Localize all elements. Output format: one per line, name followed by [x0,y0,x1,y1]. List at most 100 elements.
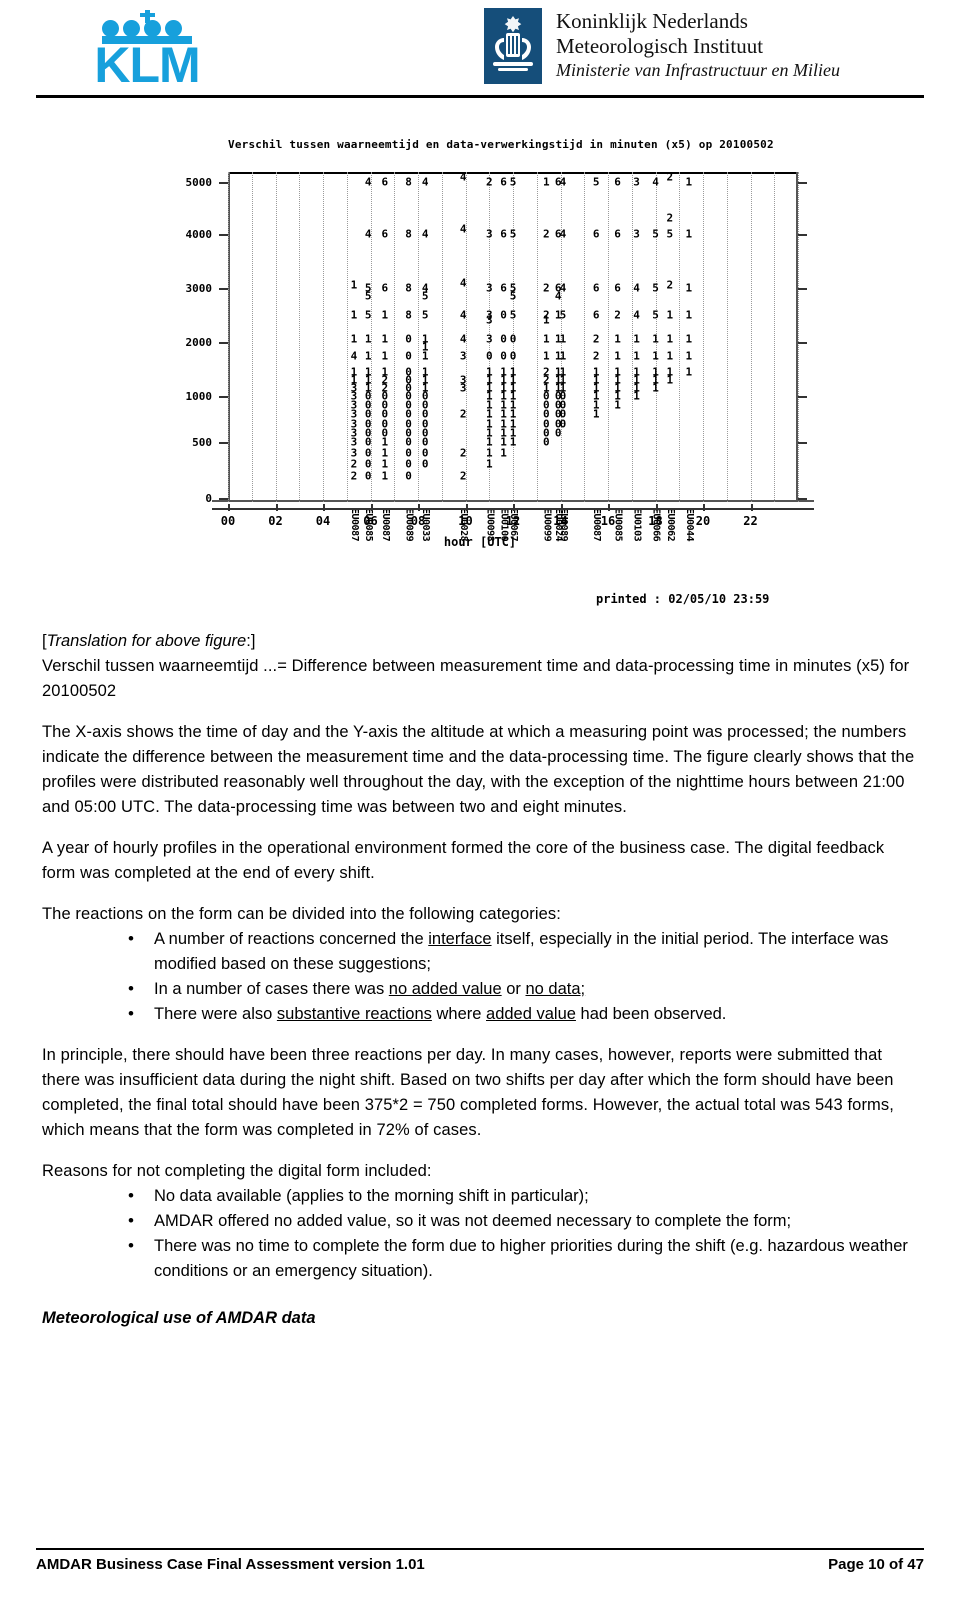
bullet-emphasis-term: interface [428,930,492,948]
data-point-digit: 8 [405,227,412,241]
x-axis-tick [750,504,753,511]
bullet-emphasis-term: no data; [525,980,586,998]
klm-wordmark: KLM [94,37,200,93]
data-point-digit: 0 [364,435,372,449]
x-axis-tick-label: 22 [743,514,758,528]
data-point-digit: 0 [364,457,372,471]
amdar-profile-figure: Verschil tussen waarneemtijd en data-ver… [0,120,960,610]
bullet-emphasis-term: no added value [388,980,502,998]
data-point-digit: 1 [592,407,600,421]
data-point-digit: 2 [459,446,467,460]
y-axis-tick-label: 500 [192,436,212,449]
bullet-text: where [431,1005,487,1023]
grid-line-vertical [726,172,728,502]
x-axis-tick-label: 14 [553,514,568,528]
data-point-digit: 2 [350,469,358,483]
y-axis-tick-label: 4000 [185,228,213,241]
data-point-digit: 5 [509,289,517,303]
data-point-digit: 1 [485,435,493,449]
data-point-digit: 4 [459,308,467,322]
data-point-digit: 1 [350,332,358,346]
data-point-digit: 1 [614,398,621,412]
data-point-digit: 0 [421,446,429,460]
data-point-digit: 1 [633,349,640,362]
y-axis-tick-right [798,342,807,344]
bullet-emphasis-term: added value [486,1005,576,1023]
x-axis-tick [513,504,515,511]
crown-ball [102,20,119,37]
data-point-digit: 1 [485,446,493,460]
bullet-text: There were also [154,1005,277,1023]
data-point-digit: 1 [666,332,674,346]
data-point-digit: 1 [685,227,693,241]
y-axis-tick-right [798,442,807,444]
y-axis-tick [219,342,228,344]
bullet-text: A number of reactions concerned the [154,930,429,948]
grid-line-vertical [608,172,609,502]
grid-line-vertical [418,172,419,502]
y-axis-tick-right [798,234,807,236]
data-point-digit: 0 [500,332,507,346]
y-axis-tick-right [798,498,807,500]
document-body: [Translation for above figure:] Verschil… [42,628,922,1331]
data-point-digit: 0 [405,349,412,362]
data-point-digit: 1 [350,308,358,322]
data-point-digit: 6 [381,175,389,189]
data-point-digit: 0 [364,446,372,460]
data-point-digit: 2 [350,457,358,471]
data-point-digit: 1 [652,381,659,395]
data-point-digit: 4 [421,227,429,241]
y-axis-tick-label: 5000 [185,176,213,189]
data-point-digit: 8 [405,175,412,189]
footer-document-title: AMDAR Business Case Final Assessment ver… [36,1556,425,1573]
x-axis-tick [560,504,563,511]
x-axis-tick-label: 20 [695,514,711,528]
data-point-digit: 2 [614,308,621,322]
data-point-digit: 0 [500,308,507,322]
data-point-digit: 4 [633,281,640,295]
data-point-digit: 1 [666,349,674,362]
data-point-digit: 6 [381,281,389,295]
data-point-digit: 1 [381,332,389,346]
y-axis-tick [219,182,228,184]
data-point-digit: 4 [459,170,467,184]
bracket-close: :] [246,632,256,650]
data-point-digit: 1 [509,435,517,449]
grid-line-vertical [346,172,348,502]
grid-line-vertical [275,172,277,502]
reason-bullet-list: No data available (applies to the mornin… [42,1183,922,1284]
data-point-digit: 5 [364,289,372,303]
x-axis-tick [370,504,373,511]
data-point-digit: 5 [364,308,372,322]
data-point-digit: 4 [364,227,372,241]
data-point-digit: 4 [364,175,372,189]
data-point-digit: 0 [500,349,507,362]
data-point-digit: 0 [509,349,517,362]
data-point-digit: 3 [459,349,467,362]
data-point-digit: 3 [485,281,493,295]
reason-bullet-item: There was no time to complete the form d… [128,1233,922,1284]
data-point-digit: 1 [542,313,550,327]
data-point-digit: 6 [592,227,600,241]
printed-timestamp: printed : 02/05/10 23:59 [596,592,770,606]
section-heading-meteorological-use: Meteorological use of AMDAR data [42,1309,316,1327]
data-point-digit: 1 [381,457,389,471]
grid-line-vertical [299,172,301,502]
translation-line: Verschil tussen waarneemtijd ...= Differ… [42,657,910,700]
paragraph-principle: In principle, there should have been thr… [42,1046,894,1139]
y-axis-tick [219,442,228,444]
crown-cross-horizontal [140,13,155,17]
data-point-digit: 0 [509,332,517,346]
data-point-digit: 0 [485,349,493,362]
data-point-digit: 5 [666,227,674,241]
translation-heading: [Translation for above figure:] [42,628,922,654]
data-point-digit: 2 [592,349,600,362]
bullet-text: or [501,980,526,998]
grid-line-vertical [798,172,799,502]
data-point-digit: 4 [652,175,659,189]
reaction-bullet-item: A number of reactions concerned the inte… [128,926,922,977]
data-point-digit: 1 [381,308,389,322]
data-point-digit: 1 [350,278,358,292]
data-point-digit: 5 [652,308,659,322]
data-point-digit: 6 [614,227,621,241]
